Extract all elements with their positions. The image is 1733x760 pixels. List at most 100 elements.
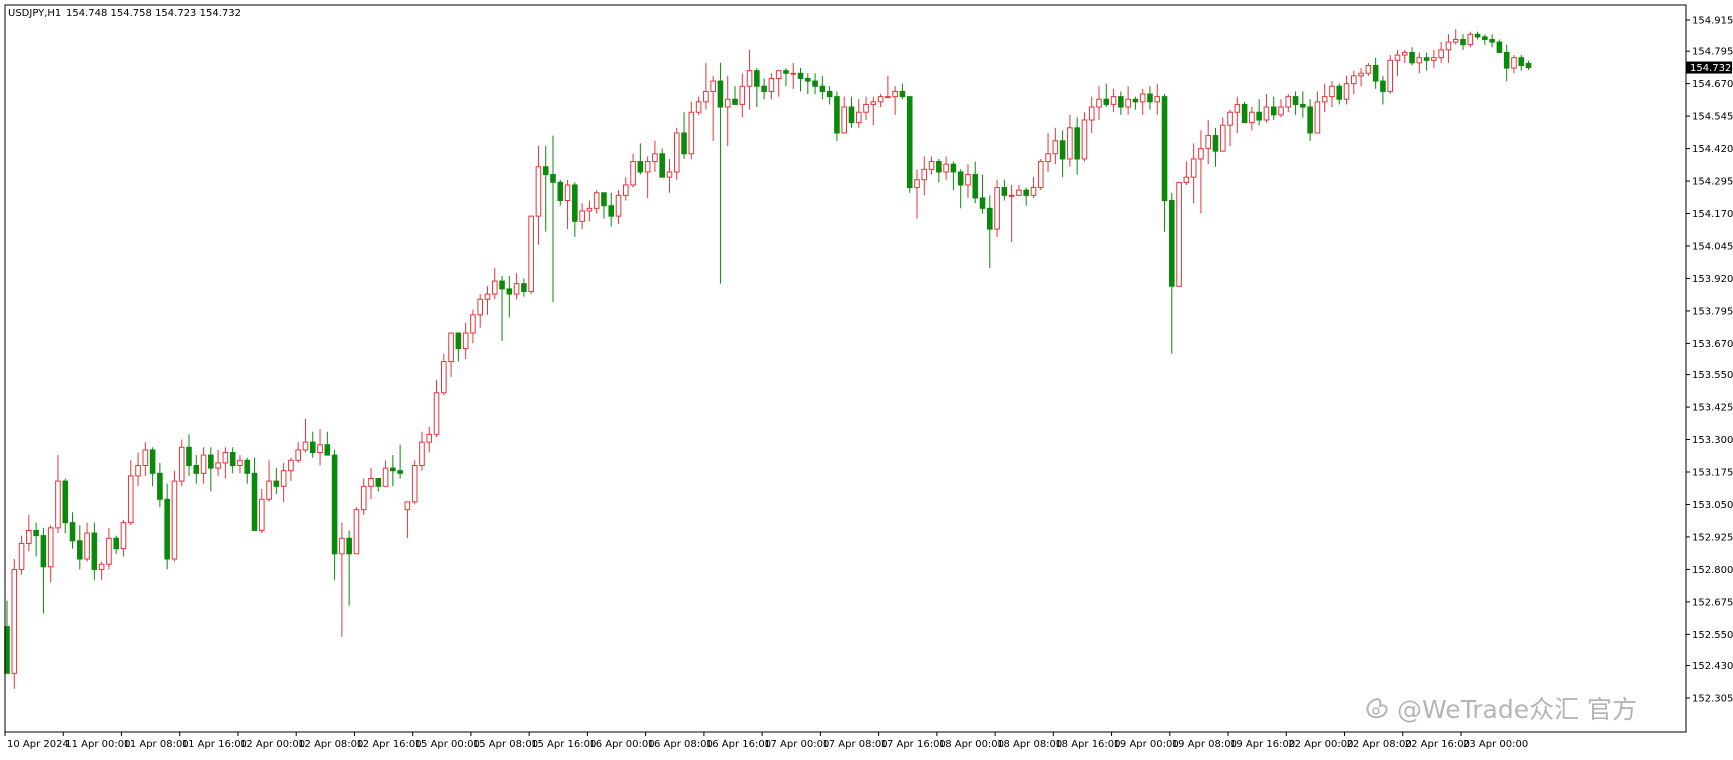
candle-body: [33, 529, 39, 537]
candle-body: [790, 72, 797, 75]
candle-body: [1365, 64, 1372, 74]
candle: [528, 215, 534, 295]
candle-body: [1525, 62, 1532, 69]
candle-body: [1081, 119, 1088, 160]
candle-body: [1307, 106, 1313, 134]
x-tick-label: 15 Apr 08:00: [473, 739, 538, 750]
x-tick-label: 12 Apr 00:00: [240, 739, 305, 750]
candle-body: [1190, 158, 1197, 178]
candle-body: [1241, 103, 1248, 124]
candle-body: [601, 192, 607, 207]
candle-body: [1394, 54, 1401, 61]
y-tick-label: 153.670: [1692, 339, 1733, 350]
candle-body: [863, 103, 869, 113]
x-tick-label: 23 Apr 00:00: [1463, 739, 1528, 750]
candle: [906, 96, 913, 193]
candle-body: [957, 171, 964, 186]
candle-body: [1052, 140, 1059, 155]
candle: [411, 460, 418, 505]
candle-body: [1401, 51, 1408, 56]
candle-body: [994, 187, 1000, 230]
candle-body: [1423, 57, 1430, 61]
candle-body: [1205, 135, 1212, 150]
candle-body: [127, 475, 134, 524]
candle-body: [62, 480, 69, 524]
candle-body: [1219, 124, 1226, 152]
candle-body: [1139, 93, 1146, 103]
candle-body: [222, 452, 229, 464]
candle-body: [433, 392, 440, 435]
candle-body: [1321, 96, 1328, 103]
candle-body: [615, 194, 622, 217]
candle-body: [666, 171, 673, 178]
candle: [11, 559, 18, 689]
candle-body: [1270, 106, 1277, 116]
candle-body: [1030, 187, 1037, 196]
candle-body: [805, 77, 811, 82]
candle-body: [18, 542, 25, 570]
candle-body: [84, 532, 90, 560]
candle-body: [135, 465, 141, 477]
candle-body: [484, 293, 491, 300]
y-tick-label: 152.800: [1692, 565, 1733, 576]
candle-body: [506, 288, 513, 295]
candle-body: [251, 472, 258, 531]
watermark: @WeTrade众汇 官方: [1363, 690, 1723, 730]
candle-body: [1416, 57, 1423, 64]
candle-body: [1161, 96, 1168, 202]
candle-body: [244, 459, 251, 474]
candle-body: [477, 298, 483, 316]
candle-body: [535, 166, 542, 217]
candle-body: [288, 459, 294, 472]
candle: [353, 507, 360, 555]
candle-body: [1169, 200, 1175, 287]
candle-body: [426, 433, 433, 443]
candle-body: [1460, 38, 1466, 46]
candle-body: [1285, 96, 1292, 108]
current-price-label: 154.732: [1690, 63, 1731, 74]
x-tick-label: 22 Apr 00:00: [1288, 739, 1353, 750]
y-tick-label: 154.670: [1692, 79, 1733, 90]
candle-body: [215, 462, 221, 469]
candle-body: [892, 90, 898, 98]
candle-body: [1351, 75, 1357, 85]
candle-body: [855, 111, 862, 124]
candle-body: [586, 207, 593, 212]
candle-body: [1067, 127, 1073, 160]
y-tick-label: 153.795: [1692, 306, 1733, 317]
candle-body: [1467, 33, 1474, 46]
x-tick-label: 22 Apr 08:00: [1347, 739, 1412, 750]
x-tick-label: 15 Apr 00:00: [415, 739, 480, 750]
candle-body: [906, 96, 913, 189]
candle-body: [1001, 187, 1008, 196]
candle-body: [797, 72, 804, 79]
candle-body: [943, 163, 949, 173]
candle-body: [644, 161, 651, 173]
price-chart[interactable]: 154.915 154.795 154.670 154.545 154.420 154.2…: [0, 0, 1733, 756]
candle-body: [746, 70, 753, 87]
candle-body: [877, 96, 884, 103]
candle-body: [77, 540, 83, 560]
candle-body: [441, 361, 447, 394]
candle-body: [1132, 98, 1139, 103]
candle-body: [98, 563, 105, 570]
x-tick-label: 15 Apr 16:00: [531, 739, 596, 750]
candle-body: [295, 449, 301, 461]
candle-body: [1431, 57, 1437, 61]
candle-body: [1088, 106, 1095, 121]
candle-body: [979, 197, 986, 209]
candle-body: [965, 174, 971, 186]
chart-canvas[interactable]: 154.915 154.795 154.670 154.545 154.420 154.2…: [0, 0, 1733, 756]
x-tick-label: 16 Apr 08:00: [648, 739, 713, 750]
candle-body: [411, 465, 418, 503]
candle-body: [550, 174, 556, 183]
x-tick-label: 19 Apr 08:00: [1172, 739, 1237, 750]
candle-body: [1336, 85, 1343, 100]
candle-body: [1300, 103, 1306, 108]
candle-body: [193, 465, 200, 474]
candle-body: [164, 498, 170, 560]
y-tick-label: 153.920: [1692, 274, 1733, 285]
candle-body: [739, 85, 746, 105]
candle-body: [1292, 96, 1299, 105]
y-tick-label: 152.430: [1692, 661, 1733, 672]
